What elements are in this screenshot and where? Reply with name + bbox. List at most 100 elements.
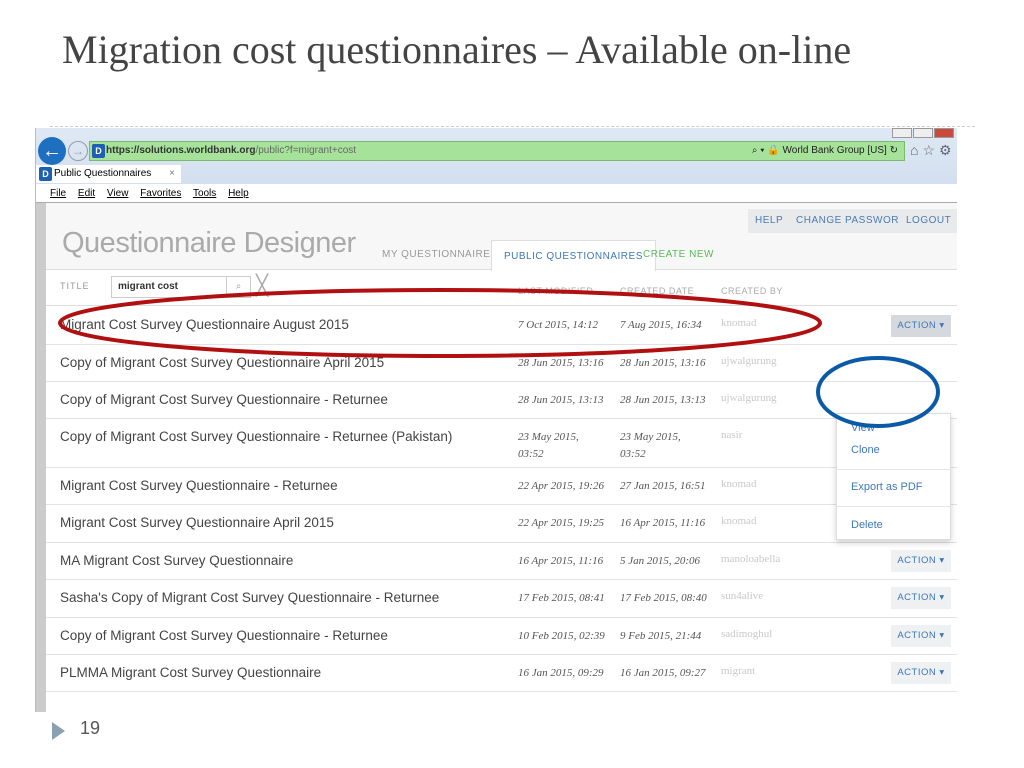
created-date: 28 Jun 2015, 13:13 xyxy=(620,394,706,406)
url-path: /public?f=migrant+cost xyxy=(255,145,357,156)
browser-chrome: ← → D https://solutions.worldbank.org/pu… xyxy=(36,128,957,203)
menu-view[interactable]: View xyxy=(107,188,129,199)
last-modified: 16 Jan 2015, 09:29 xyxy=(518,667,604,679)
address-bar[interactable]: D https://solutions.worldbank.org/public… xyxy=(89,141,905,161)
last-modified: 23 May 2015, 03:52 xyxy=(518,431,579,460)
questionnaire-title[interactable]: PLMMA Migrant Cost Survey Questionnaire xyxy=(60,665,321,680)
table-row[interactable]: Copy of Migrant Cost Survey Questionnair… xyxy=(46,419,957,468)
questionnaire-title[interactable]: Copy of Migrant Cost Survey Questionnair… xyxy=(60,392,388,407)
created-by: sun4alive xyxy=(721,590,764,602)
clear-icon[interactable]: ╳ xyxy=(256,273,268,298)
menu-edit[interactable]: Edit xyxy=(78,188,95,199)
created-by: knomad xyxy=(721,317,757,329)
menu-export-pdf-item[interactable]: Export as PDF xyxy=(851,481,923,493)
col-created-date[interactable]: CREATED DATE xyxy=(620,286,694,296)
window-controls[interactable] xyxy=(892,128,955,141)
last-modified: 22 Apr 2015, 19:26 xyxy=(518,480,604,492)
created-date: 27 Jan 2015, 16:51 xyxy=(620,480,706,492)
questionnaire-title[interactable]: Copy of Migrant Cost Survey Questionnair… xyxy=(60,628,388,643)
back-arrow-icon[interactable]: ← xyxy=(38,137,66,165)
menu-favorites[interactable]: Favorites xyxy=(140,188,181,199)
table-row[interactable]: Copy of Migrant Cost Survey Questionnair… xyxy=(46,345,957,382)
created-date: 7 Aug 2015, 16:34 xyxy=(620,319,702,331)
created-by: nasir xyxy=(721,429,743,441)
divider xyxy=(50,126,975,127)
created-date: 17 Feb 2015, 08:40 xyxy=(620,592,707,604)
action-button[interactable]: ACTION ▾ xyxy=(891,625,951,647)
slide-title: Migration cost questionnaires – Availabl… xyxy=(62,27,852,72)
table-row[interactable]: Sasha's Copy of Migrant Cost Survey Ques… xyxy=(46,580,957,618)
tab-my-questionnaires[interactable]: MY QUESTIONNAIRES xyxy=(382,249,498,260)
menu-separator xyxy=(837,506,950,507)
action-button[interactable]: ACTION ▾ xyxy=(891,550,951,572)
action-button[interactable]: ACTION ▾ xyxy=(891,662,951,684)
action-button[interactable]: ACTION ▾ xyxy=(891,587,951,609)
change-password-button[interactable]: CHANGE PASSWORD xyxy=(789,209,914,233)
col-created-by[interactable]: CREATED BY xyxy=(721,286,783,296)
url-host: https://solutions.worldbank.org xyxy=(106,145,256,156)
forward-arrow-icon[interactable]: → xyxy=(68,141,88,161)
logout-button[interactable]: LOGOUT xyxy=(899,209,957,233)
search-value: migrant cost xyxy=(118,281,179,292)
questionnaire-title[interactable]: Migrant Cost Survey Questionnaire August… xyxy=(60,317,349,332)
action-dropdown-menu: View Clone Export as PDF Delete xyxy=(836,413,951,540)
table-row[interactable]: Migrant Cost Survey Questionnaire - Retu… xyxy=(46,468,957,505)
created-by: ujwalgurung xyxy=(721,392,777,404)
page-edge xyxy=(36,203,46,712)
help-button[interactable]: HELP xyxy=(748,209,791,233)
title-search-input[interactable]: migrant cost ⌕ xyxy=(111,276,251,298)
menu-tools[interactable]: Tools xyxy=(193,188,216,199)
table-row[interactable]: Copy of Migrant Cost Survey Questionnair… xyxy=(46,382,957,419)
last-modified: 22 Apr 2015, 19:25 xyxy=(518,517,604,529)
created-by: sadimoghul xyxy=(721,628,773,640)
browser-screenshot: ← → D https://solutions.worldbank.org/pu… xyxy=(35,128,957,712)
menu-clone-item[interactable]: Clone xyxy=(851,444,880,456)
table-row[interactable]: Migrant Cost Survey Questionnaire August… xyxy=(46,307,957,345)
tab-favicon-icon: D xyxy=(39,167,52,181)
tab-title: Public Questionnaires xyxy=(54,168,152,179)
questionnaire-title[interactable]: Migrant Cost Survey Questionnaire April … xyxy=(60,515,334,530)
action-button[interactable]: ACTION ▾ xyxy=(891,315,951,337)
page-number: 19 xyxy=(80,718,101,738)
table-row[interactable]: Migrant Cost Survey Questionnaire April … xyxy=(46,505,957,543)
created-by: knomad xyxy=(721,478,757,490)
last-modified: 28 Jun 2015, 13:16 xyxy=(518,357,604,369)
browser-tab[interactable]: D Public Questionnaires × xyxy=(36,165,181,183)
questionnaire-title[interactable]: Migrant Cost Survey Questionnaire - Retu… xyxy=(60,478,338,493)
last-modified: 10 Feb 2015, 02:39 xyxy=(518,630,605,642)
questionnaire-title[interactable]: Sasha's Copy of Migrant Cost Survey Ques… xyxy=(60,590,439,605)
col-last-modified[interactable]: LAST MODIFIED xyxy=(518,286,593,296)
menu-file[interactable]: File xyxy=(50,188,66,199)
created-date: 16 Jan 2015, 09:27 xyxy=(620,667,706,679)
last-modified: 7 Oct 2015, 14:12 xyxy=(518,319,599,331)
last-modified: 28 Jun 2015, 13:13 xyxy=(518,394,604,406)
menu-separator xyxy=(837,469,950,470)
last-modified: 16 Apr 2015, 11:16 xyxy=(518,555,604,567)
table-row[interactable]: MA Migrant Cost Survey Questionnaire 16 A… xyxy=(46,543,957,580)
created-date: 23 May 2015, 03:52 xyxy=(620,431,681,460)
close-tab-icon[interactable]: × xyxy=(169,165,175,183)
questionnaire-app: Questionnaire Designer HELP CHANGE PASSW… xyxy=(36,203,957,712)
menu-view-item[interactable]: View xyxy=(851,422,875,434)
table-row[interactable]: PLMMA Migrant Cost Survey Questionnaire 1… xyxy=(46,655,957,692)
menu-help[interactable]: Help xyxy=(228,188,249,199)
table-row[interactable]: Copy of Migrant Cost Survey Questionnair… xyxy=(46,618,957,655)
menu-delete-item[interactable]: Delete xyxy=(851,519,883,531)
title-filter-label: TITLE xyxy=(60,281,90,291)
questionnaire-title[interactable]: MA Migrant Cost Survey Questionnaire xyxy=(60,553,293,568)
last-modified: 17 Feb 2015, 08:41 xyxy=(518,592,605,604)
questionnaire-title[interactable]: Copy of Migrant Cost Survey Questionnair… xyxy=(60,355,384,370)
app-logo[interactable]: Questionnaire Designer xyxy=(62,227,356,260)
filter-bar: TITLE migrant cost ⌕ ╳ LAST MODIFIED CRE… xyxy=(46,271,957,306)
slide-bullet-icon xyxy=(52,722,65,740)
search-icon[interactable]: ⌕ xyxy=(226,277,250,297)
questionnaire-title[interactable]: Copy of Migrant Cost Survey Questionnair… xyxy=(60,429,452,444)
home-star-gear-icons[interactable]: ⌂☆⚙ xyxy=(910,142,956,159)
created-by: migrant xyxy=(721,665,756,677)
site-identity-label: World Bank Group [US] xyxy=(782,145,887,156)
created-date: 16 Apr 2015, 11:16 xyxy=(620,517,706,529)
created-date: 28 Jun 2015, 13:16 xyxy=(620,357,706,369)
tab-public-questionnaires[interactable]: PUBLIC QUESTIONNAIRES xyxy=(491,240,656,271)
tab-create-new[interactable]: CREATE NEW xyxy=(643,249,714,260)
site-identity: ⌕ ▾ 🔒 World Bank Group [US] ↻ xyxy=(751,145,898,156)
